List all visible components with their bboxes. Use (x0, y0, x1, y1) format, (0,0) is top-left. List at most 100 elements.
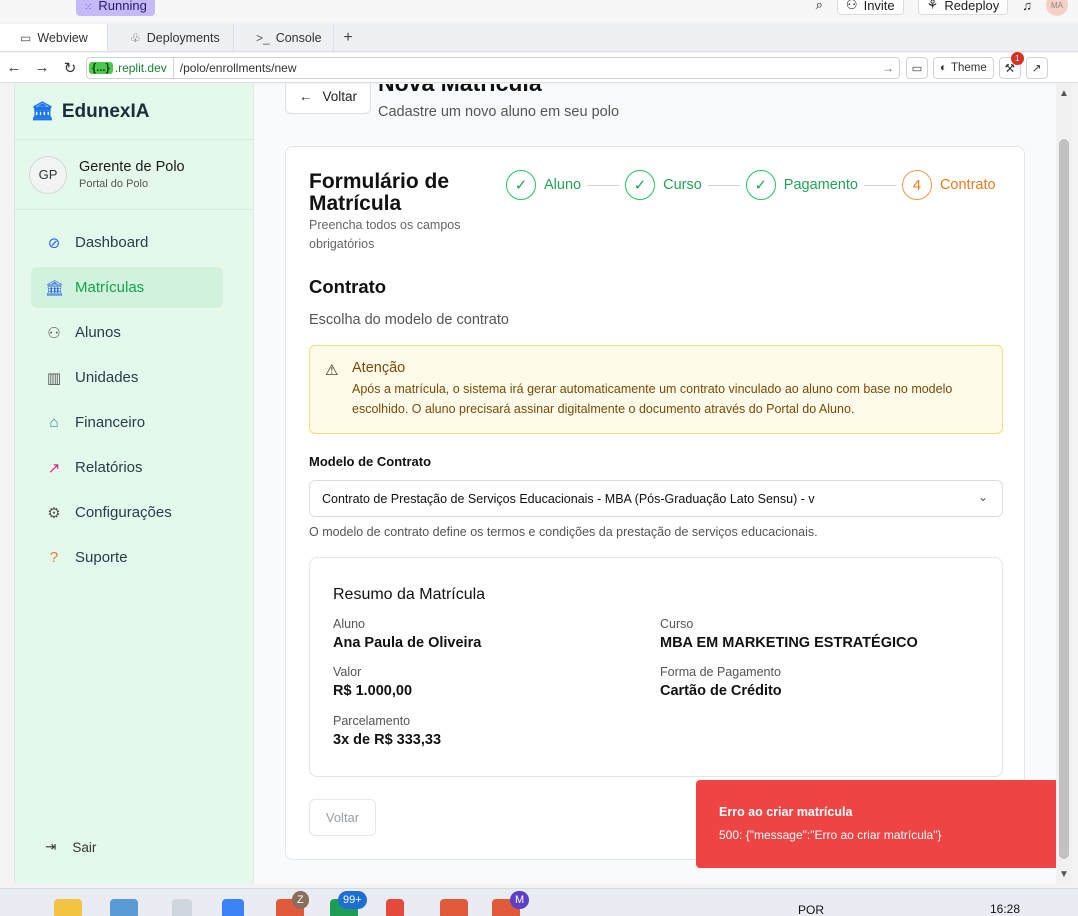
main-content: ← Voltar Nova Matrícula Cadastre um novo… (255, 84, 1056, 884)
tab-deployments[interactable]: ♧ Deployments (108, 24, 234, 51)
user-role: Portal do Polo (79, 178, 149, 190)
user-info: Gerente de Polo Portal do Polo (79, 159, 185, 190)
summary-value: MBA EM MARKETING ESTRATÉGICO (660, 635, 918, 651)
app-icon[interactable] (172, 899, 192, 916)
avatar: GP (29, 155, 67, 194)
scroll-down-icon[interactable]: ▼ (1059, 869, 1069, 880)
logout-button[interactable]: ⇥ Sair (45, 839, 96, 855)
summary-value: Ana Paula de Oliveira (333, 635, 482, 651)
step-label: Contrato (939, 177, 996, 193)
error-toast[interactable]: Erro ao criar matrícula 500: {"message":… (696, 780, 1059, 868)
tab-console[interactable]: >_ Console (234, 24, 334, 51)
dashboard-icon: ⊘ (47, 234, 61, 252)
check-icon: ✓ (625, 170, 656, 200)
summary-title: Resumo da Matrícula (333, 586, 486, 603)
go-arrow-icon[interactable]: → (877, 61, 899, 75)
clock[interactable]: 16:28 (990, 902, 1020, 916)
running-dots-icon: ⁙ (84, 2, 93, 13)
sidebar: 🏛 EdunexIA GP Gerente de Polo Portal do … (15, 84, 254, 884)
back-arrow-icon[interactable]: ← (0, 59, 28, 76)
sidebar-item-label: Configurações (75, 504, 172, 521)
sidebar-item-financeiro[interactable]: ⌂ Financeiro (31, 402, 223, 443)
sidebar-item-configuracoes[interactable]: ⚙ Configurações (31, 492, 223, 533)
devices-icon[interactable]: ▭ (906, 56, 928, 79)
app-icon[interactable] (386, 899, 404, 916)
forward-arrow-icon[interactable]: → (28, 59, 56, 76)
invite-button[interactable]: ⚇ Invite (836, 0, 904, 15)
summary-curso: Curso MBA EM MARKETING ESTRATÉGICO (660, 617, 918, 651)
step-connector (707, 184, 740, 186)
folder-icon[interactable] (54, 899, 82, 916)
redeploy-button[interactable]: ⚘ Redeploy (917, 0, 1009, 15)
redeploy-label: Redeploy (944, 0, 1000, 13)
chrome-icon[interactable] (440, 899, 468, 916)
theme-button[interactable]: ◐ Theme (933, 56, 994, 79)
palette-icon: ◐ (940, 61, 947, 74)
bell-icon[interactable]: ♫ (1022, 0, 1032, 13)
summary-parcelamento: Parcelamento 3x de R$ 333,33 (333, 714, 441, 748)
summary-label: Parcelamento (333, 714, 411, 728)
step-aluno: ✓ Aluno (506, 170, 581, 200)
terminal-icon: >_ (256, 30, 270, 45)
os-taskbar: Z 99+ M POR 16:28 (0, 888, 1078, 916)
form-title: Formulário de Matrícula (309, 170, 450, 215)
summary-value: 3x de R$ 333,33 (333, 732, 442, 748)
step-curso: ✓ Curso (625, 170, 702, 200)
step-connector (863, 184, 896, 186)
bank-icon: ⌂ (49, 414, 59, 431)
app-viewport: 🏛 EdunexIA GP Gerente de Polo Portal do … (15, 84, 1056, 884)
taskbar-badge: M (510, 891, 530, 909)
scroll-up-icon[interactable]: ▲ (1059, 88, 1069, 99)
step-pagamento: ✓ Pagamento (745, 170, 858, 200)
brand[interactable]: 🏛 EdunexIA (15, 84, 253, 140)
avatar[interactable]: MA (1046, 0, 1068, 16)
user-card: GP Gerente de Polo Portal do Polo (15, 140, 253, 210)
step-label: Aluno (544, 177, 582, 193)
warning-triangle-icon: ⚠ (325, 362, 339, 379)
back-button[interactable]: ← Voltar (285, 84, 371, 114)
taskbar-badge: Z (292, 891, 309, 909)
sidebar-item-alunos[interactable]: ⚇ Alunos (31, 312, 223, 353)
help-circle-icon: ? (49, 549, 59, 566)
sidebar-item-relatorios[interactable]: ↗ Relatórios (31, 447, 223, 488)
app-icon[interactable] (110, 899, 138, 916)
contract-label: Modelo de Contrato (309, 454, 432, 469)
summary-label: Aluno (333, 617, 365, 631)
sidebar-item-label: Unidades (75, 369, 139, 386)
open-external-icon[interactable]: ↗ (1025, 56, 1048, 79)
url-input[interactable]: {...} .replit.dev /polo/enrollments/new … (86, 56, 900, 79)
sidebar-item-label: Suporte (75, 549, 128, 566)
store-icon: ▥ (46, 369, 62, 387)
reload-icon[interactable]: ↻ (56, 59, 84, 77)
scrollbar-thumb[interactable] (1059, 139, 1069, 859)
enrollment-form-card: Formulário de Matrícula Preencha todos o… (285, 146, 1025, 860)
sidebar-item-label: Dashboard (75, 234, 149, 251)
left-panel-edge (0, 84, 15, 884)
theme-label: Theme (950, 61, 987, 74)
contract-select[interactable]: Contrato de Prestação de Serviços Educac… (309, 480, 1003, 517)
sidebar-item-dashboard[interactable]: ⊘ Dashboard (31, 222, 223, 263)
scrollbar[interactable]: ▲ ▼ (1056, 84, 1072, 884)
add-tab-button[interactable]: + (334, 24, 362, 51)
enrollment-summary: Resumo da Matrícula Aluno Ana Paula de O… (309, 557, 1003, 777)
alert-title: Atenção (352, 360, 406, 376)
sidebar-item-unidades[interactable]: ▥ Unidades (31, 357, 223, 398)
sidebar-item-label: Matrículas (75, 279, 145, 296)
contract-help-text: O modelo de contrato define os termos e … (309, 525, 818, 539)
school-icon: 🏛 (31, 101, 54, 121)
calendar-icon[interactable] (222, 899, 244, 916)
devtools-button[interactable]: ⚒ 1 (998, 51, 1024, 79)
step-connector (587, 184, 620, 186)
host-text: .replit.dev (114, 60, 167, 75)
taskbar-badge: 99+ (338, 891, 367, 909)
tab-webview[interactable]: ▭ Webview (0, 24, 108, 51)
language-indicator[interactable]: POR (798, 903, 824, 916)
toast-message: 500: {"message":"Erro ao criar matrícula… (719, 828, 942, 842)
monitor-icon: ▭ (20, 30, 32, 45)
search-icon[interactable]: ⌕ (816, 0, 823, 13)
back-step-button[interactable]: Voltar (309, 799, 376, 836)
sidebar-item-matriculas[interactable]: 🏛 Matrículas (31, 267, 223, 308)
sidebar-item-suporte[interactable]: ? Suporte (31, 537, 223, 578)
step-label: Pagamento (783, 177, 858, 193)
school-icon: 🏛 (45, 279, 65, 297)
